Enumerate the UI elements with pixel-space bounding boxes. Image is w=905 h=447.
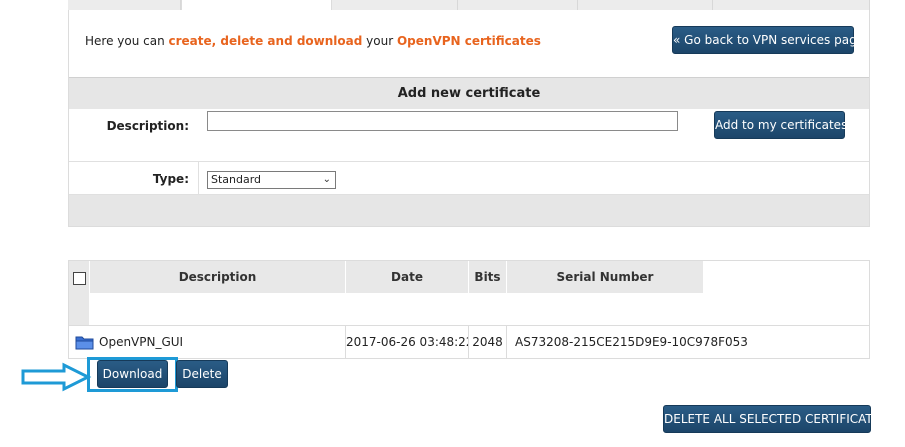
- header-bits[interactable]: Bits: [469, 261, 507, 293]
- type-selected-value: Standard: [211, 173, 262, 186]
- tab-3[interactable]: [332, 0, 458, 10]
- description-input[interactable]: [207, 111, 678, 131]
- tab-strip: [68, 0, 870, 11]
- description-label: Description:: [106, 119, 189, 133]
- header-description[interactable]: Description: [90, 261, 346, 293]
- add-to-my-certificates-button[interactable]: Add to my certificates: [714, 111, 847, 139]
- select-all-checkbox[interactable]: [73, 272, 86, 285]
- type-select[interactable]: Standard ⌄: [207, 171, 336, 189]
- header-gap: [90, 293, 255, 325]
- table-row[interactable]: OpenVPN_GUI 2017-06-26 03:48:22 2048 AS7…: [69, 325, 869, 359]
- intro-prefix: Here you can: [85, 34, 169, 48]
- tab-5[interactable]: [578, 0, 713, 10]
- folder-icon: [75, 336, 94, 350]
- tab-4[interactable]: [458, 0, 578, 10]
- intro-actions: create, delete and download: [168, 34, 363, 48]
- intro-text: Here you can create, delete and download…: [85, 34, 541, 48]
- chevron-down-icon: ⌄: [322, 174, 331, 185]
- row-serial-number: AS73208-215CE215D9E9-10C978F053: [515, 335, 748, 349]
- back-to-vpn-services-button[interactable]: « Go back to VPN services page: [672, 26, 864, 54]
- certificates-table: Description Date Bits Serial Number Open…: [68, 260, 870, 359]
- tab-1[interactable]: [68, 0, 181, 10]
- header-serial-number[interactable]: Serial Number: [507, 261, 704, 293]
- divider: [198, 161, 199, 195]
- delete-all-selected-button[interactable]: DELETE ALL SELECTED CERTIFICATES: [663, 405, 888, 433]
- type-label: Type:: [152, 172, 189, 186]
- row-description: OpenVPN_GUI: [99, 335, 184, 349]
- header-date[interactable]: Date: [346, 261, 469, 293]
- row-description-cell: OpenVPN_GUI: [69, 326, 346, 359]
- select-all-header: [69, 261, 90, 325]
- intro-middle: your: [362, 34, 397, 48]
- add-certificate-header: Add new certificate: [69, 77, 869, 109]
- divider: [69, 161, 869, 162]
- delete-button[interactable]: Delete: [176, 360, 228, 388]
- download-button[interactable]: Download: [97, 360, 168, 388]
- row-date: 2017-06-26 03:48:22: [346, 326, 469, 359]
- tab-6[interactable]: [713, 0, 870, 10]
- intro-subject: OpenVPN certificates: [396, 34, 541, 48]
- row-bits: 2048: [469, 326, 507, 359]
- arrow-right-icon: [21, 362, 92, 392]
- form-footer-bar: [69, 195, 869, 226]
- certificates-panel: Here you can create, delete and download…: [68, 10, 870, 227]
